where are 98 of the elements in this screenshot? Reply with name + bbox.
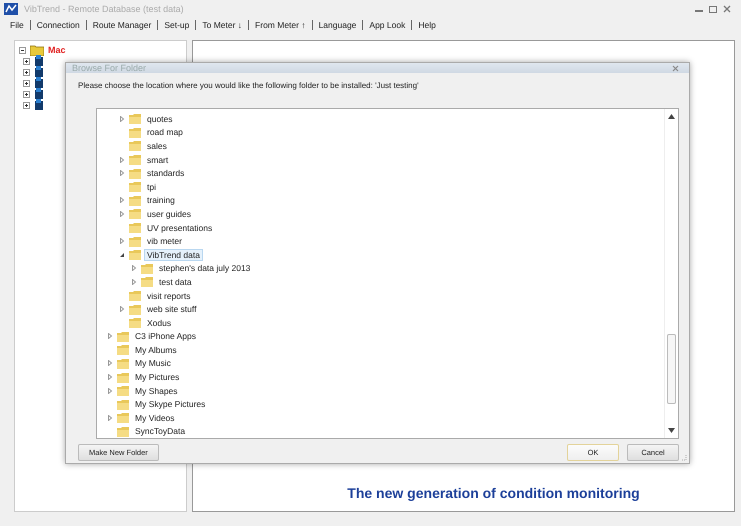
expand-arrow-icon[interactable] xyxy=(119,197,125,204)
folder-item[interactable]: My Music xyxy=(132,357,174,370)
folder-item[interactable]: UV presentations xyxy=(144,222,216,234)
folder-icon xyxy=(129,168,141,179)
expand-icon[interactable] xyxy=(23,90,30,98)
menu-item[interactable]: File xyxy=(4,20,30,30)
machine-icon xyxy=(34,66,46,78)
scroll-down-icon[interactable] xyxy=(668,428,675,434)
menu-item[interactable]: Route Manager xyxy=(86,20,158,30)
scroll-up-icon[interactable] xyxy=(668,114,675,119)
prompt-text: Please choose the location where you would like the following folder to be installed: 'Just testing' xyxy=(78,81,420,90)
folder-icon xyxy=(30,44,44,56)
folder-item[interactable]: Xodus xyxy=(144,316,174,329)
folder-icon xyxy=(129,154,141,166)
folder-item[interactable]: road map xyxy=(144,126,186,138)
folder-icon xyxy=(129,208,141,220)
tree-item[interactable]: Mac xyxy=(48,45,66,55)
scroll-thumb[interactable] xyxy=(667,334,676,404)
expand-arrow-icon[interactable] xyxy=(131,265,137,272)
window-title: VibTrend - Remote Database (test data) xyxy=(24,4,184,14)
folder-item[interactable]: SyncToyData xyxy=(132,425,188,438)
folder-item[interactable]: user guides xyxy=(144,208,194,220)
folder-icon xyxy=(117,372,129,383)
folder-icon xyxy=(117,358,129,369)
folder-item[interactable]: quotes xyxy=(144,112,176,125)
maximize-icon[interactable] xyxy=(709,6,717,12)
folder-item[interactable]: smart xyxy=(144,154,172,166)
folder-item[interactable]: My Pictures xyxy=(132,371,182,384)
expand-arrow-icon[interactable] xyxy=(119,156,125,163)
folder-icon xyxy=(129,113,141,124)
expand-arrow-icon[interactable] xyxy=(107,360,113,366)
menu-item[interactable]: Set-up xyxy=(157,20,196,30)
menu-item[interactable]: From Meter ↑ xyxy=(248,20,312,30)
folder-item[interactable]: visit reports xyxy=(144,290,194,302)
scrollbar[interactable] xyxy=(664,109,678,438)
close-icon[interactable] xyxy=(723,5,731,13)
folder-item[interactable]: stephen's data july 2013 xyxy=(156,262,254,274)
expand-arrow-icon[interactable] xyxy=(119,210,125,217)
folder-icon xyxy=(117,398,129,410)
folder-item[interactable]: web site stuff xyxy=(144,303,200,316)
folder-icon xyxy=(117,344,129,356)
folder-item[interactable]: test data xyxy=(156,276,195,288)
menu-item[interactable]: Connection xyxy=(30,20,86,30)
folder-item[interactable]: standards xyxy=(144,167,188,180)
menu-item[interactable]: App Look xyxy=(362,20,412,30)
expand-icon[interactable] xyxy=(23,68,30,76)
folder-icon xyxy=(129,290,141,302)
menu-item[interactable]: Help xyxy=(411,20,442,30)
folder-item[interactable]: My Skype Pictures xyxy=(132,398,208,410)
close-icon[interactable] xyxy=(672,64,679,72)
expand-arrow-icon[interactable] xyxy=(107,388,113,394)
folder-icon xyxy=(129,140,141,152)
folder-icon xyxy=(129,126,141,138)
folder-icon xyxy=(129,181,141,192)
folder-item[interactable]: C3 iPhone Apps xyxy=(132,330,199,342)
folder-icon xyxy=(129,304,141,315)
expand-icon[interactable] xyxy=(23,80,30,86)
folder-item[interactable]: sales xyxy=(144,140,170,152)
expand-arrow-icon[interactable] xyxy=(107,374,113,380)
folder-item[interactable]: vib meter xyxy=(144,235,185,248)
folder-icon xyxy=(129,317,141,328)
expand-arrow-icon[interactable] xyxy=(119,238,125,244)
app-logo-icon xyxy=(4,3,18,15)
machine-icon xyxy=(34,55,46,67)
expand-arrow-icon[interactable] xyxy=(119,170,125,176)
folder-item[interactable]: My Shapes xyxy=(132,384,181,397)
dialog-title: Browse For Folder xyxy=(72,63,146,73)
folder-item[interactable]: training xyxy=(144,194,178,206)
slogan: The new generation of condition monitoring xyxy=(347,485,640,501)
folder-icon xyxy=(117,426,129,437)
folder-icon xyxy=(129,222,141,234)
menu-item[interactable]: To Meter ↓ xyxy=(195,20,248,30)
expand-icon[interactable] xyxy=(23,102,30,108)
folder-icon xyxy=(117,330,129,342)
resize-grip-icon[interactable] xyxy=(680,454,687,461)
folder-icon xyxy=(129,249,141,260)
expand-arrow-icon[interactable] xyxy=(107,414,113,421)
machine-icon xyxy=(34,88,46,100)
collapse-arrow-icon[interactable] xyxy=(119,252,125,258)
expand-arrow-icon[interactable] xyxy=(119,116,125,122)
folder-icon xyxy=(129,236,141,247)
expand-arrow-icon[interactable] xyxy=(131,278,137,285)
folder-icon xyxy=(141,262,153,274)
folder-icon xyxy=(141,276,153,288)
folder-icon xyxy=(117,412,129,424)
folder-icon xyxy=(117,385,129,396)
folder-item[interactable]: tpi xyxy=(144,180,159,193)
machine-icon xyxy=(34,99,46,111)
expand-icon[interactable] xyxy=(23,58,30,64)
machine-icon xyxy=(34,77,46,89)
expand-arrow-icon[interactable] xyxy=(119,306,125,312)
folder-icon xyxy=(129,194,141,206)
folder-item[interactable]: My Videos xyxy=(132,412,178,424)
menu-item[interactable]: Language xyxy=(312,20,362,30)
folder-item[interactable]: My Albums xyxy=(132,344,180,356)
folder-item[interactable]: VibTrend data xyxy=(144,248,203,261)
collapse-icon[interactable] xyxy=(19,46,26,54)
expand-arrow-icon[interactable] xyxy=(107,333,113,340)
